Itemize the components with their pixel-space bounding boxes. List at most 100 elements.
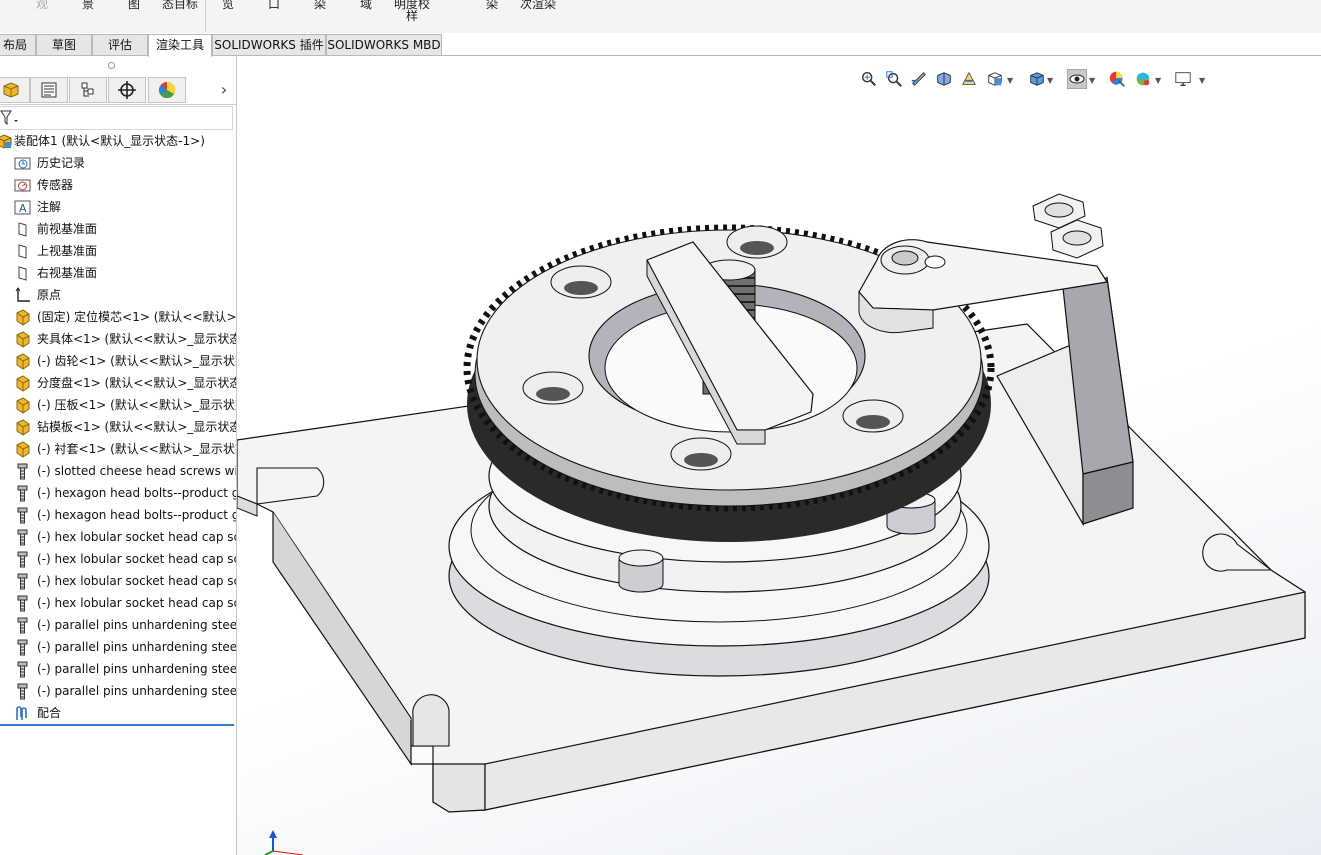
tree-item[interactable]: 配合 [0, 702, 236, 724]
tree-item-label: (-) hex lobular socket head cap sc [37, 530, 237, 544]
part-icon [14, 419, 31, 436]
ribbon-label[interactable]: 明度校 样 [394, 0, 430, 22]
tree-item-label: 原点 [37, 288, 62, 302]
tree-item-label: 上视基准面 [37, 244, 98, 258]
part-icon [14, 397, 31, 414]
tree-item[interactable]: 钻模板<1> (默认<<默认>_显示状态 [0, 416, 236, 438]
plane-icon [14, 243, 31, 260]
command-manager-tabs: 布局 草图 评估 渲染工具 SOLIDWORKS 插件 SOLIDWORKS M… [0, 33, 1321, 57]
feature-manager-icon [3, 82, 19, 98]
sensor-icon [14, 177, 31, 194]
tree-item-label: 右视基准面 [37, 266, 98, 280]
tree-item[interactable]: (-) parallel pins unhardening steel [0, 636, 236, 658]
tree-item[interactable]: (-) parallel pins unhardening steel [0, 680, 236, 702]
tree-item[interactable]: 分度盘<1> (默认<<默认>_显示状态 [0, 372, 236, 394]
tab-render-tools[interactable]: 渲染工具 [148, 34, 212, 57]
part-icon [14, 353, 31, 370]
display-manager-tab[interactable] [148, 77, 186, 103]
tree-item[interactable]: (固定) 定位模芯<1> (默认<<默认>_ [0, 306, 236, 328]
tree-item[interactable]: (-) hexagon head bolts--product g [0, 482, 236, 504]
filter-icon[interactable] [0, 108, 22, 128]
tree-root-assembly[interactable]: 装配体1 (默认<默认_显示状态-1>) [0, 130, 236, 152]
tree-item-label: 注解 [37, 200, 62, 214]
tree-item-label: (-) hex lobular socket head cap sc [37, 596, 237, 610]
graphics-area[interactable]: ▼ ▼ ▼ ▼ ▼ [237, 56, 1321, 855]
screw-icon [14, 529, 31, 546]
tree-item-label: 分度盘<1> (默认<<默认>_显示状态 [37, 376, 237, 390]
tree-item-label: (-) parallel pins unhardening steel [37, 684, 237, 698]
tree-item-label: 配合 [37, 706, 62, 720]
orientation-triad [264, 830, 304, 855]
tree-filter-bar[interactable] [0, 106, 233, 130]
tree-item[interactable]: (-) slotted cheese head screws wit [0, 460, 236, 482]
annotation-icon: A [14, 199, 31, 216]
locating-pin[interactable] [618, 549, 664, 593]
tree-item[interactable]: (-) hex lobular socket head cap sc [0, 592, 236, 614]
ribbon: 观 景 图 态目标 览 口 染 域 明度校 样 染 次渲染 [0, 0, 1321, 33]
tree-item[interactable]: 夹具体<1> (默认<<默认>_显示状态 [0, 328, 236, 350]
panel-tab-strip: › [0, 76, 236, 105]
tree-item[interactable]: (-) parallel pins unhardening steel [0, 614, 236, 636]
part-icon [14, 309, 31, 326]
tree-item[interactable]: A 注解 [0, 196, 236, 218]
tab-layout[interactable]: 布局 [0, 34, 36, 55]
part-icon [14, 441, 31, 458]
tree-item-label: 传感器 [37, 178, 74, 192]
tree-item[interactable]: 上视基准面 [0, 240, 236, 262]
assembly-model[interactable] [237, 56, 1321, 855]
tree-item[interactable]: (-) hex lobular socket head cap sc [0, 570, 236, 592]
configuration-manager-icon [81, 82, 94, 97]
svg-text:A: A [19, 202, 27, 215]
tree-item[interactable]: (-) 压板<1> (默认<<默认>_显示状态 [0, 394, 236, 416]
tree-item[interactable]: (-) parallel pins unhardening steel [0, 658, 236, 680]
ribbon-label[interactable]: 域 [360, 0, 372, 10]
feature-manager-tab[interactable] [0, 77, 30, 103]
tree-item-label: 夹具体<1> (默认<<默认>_显示状态 [37, 332, 237, 346]
ribbon-label[interactable]: 览 [222, 0, 234, 10]
ribbon-label[interactable]: 图 [128, 0, 140, 10]
tree-item[interactable]: 传感器 [0, 174, 236, 196]
ribbon-label[interactable]: 态目标 [162, 0, 198, 10]
screw-icon [14, 573, 31, 590]
tree-item[interactable]: 历史记录 [0, 152, 236, 174]
display-manager-icon [159, 81, 176, 99]
tree-item[interactable]: (-) 齿轮<1> (默认<<默认>_显示状态 [0, 350, 236, 372]
screw-icon [14, 661, 31, 678]
tree-item[interactable]: (-) hex lobular socket head cap sc [0, 526, 236, 548]
ribbon-label[interactable]: 染 [486, 0, 498, 10]
tab-solidworks-addins[interactable]: SOLIDWORKS 插件 [212, 34, 326, 55]
tree-item-label: (-) slotted cheese head screws wit [37, 464, 237, 478]
tree-item[interactable]: 前视基准面 [0, 218, 236, 240]
ribbon-label[interactable]: 次渲染 [520, 0, 556, 10]
property-manager-tab[interactable] [30, 77, 68, 103]
tab-solidworks-mbd[interactable]: SOLIDWORKS MBD [326, 34, 442, 55]
tree-item-label: (-) 衬套<1> (默认<<默认>_显示状态 [37, 442, 237, 456]
configuration-manager-tab[interactable] [69, 77, 107, 103]
tree-item[interactable]: 右视基准面 [0, 262, 236, 284]
ribbon-label[interactable]: 景 [82, 0, 94, 10]
tree-item[interactable]: (-) hex lobular socket head cap sc [0, 548, 236, 570]
screw-icon [14, 683, 31, 700]
screw-icon [14, 639, 31, 656]
tree-item[interactable]: 原点 [0, 284, 236, 306]
property-manager-icon [41, 82, 57, 98]
tree-item[interactable]: (-) hexagon head bolts--product g [0, 504, 236, 526]
dimxpert-tab[interactable] [108, 77, 146, 103]
tree-rollback-bar[interactable] [0, 724, 234, 726]
panel-more-chevron-icon[interactable]: › [214, 80, 234, 100]
feature-manager-panel: › 装配体1 (默认<默认_显示状态-1>) 历史记录传感器 A 注解前视基准面上视基… [0, 56, 237, 855]
ribbon-label[interactable]: 染 [314, 0, 326, 10]
tab-evaluate[interactable]: 评估 [92, 34, 148, 55]
screw-icon [14, 507, 31, 524]
ribbon-label[interactable]: 口 [268, 0, 280, 10]
screw-icon [14, 595, 31, 612]
root-assembly-icon [0, 133, 13, 150]
tab-sketch[interactable]: 草图 [36, 34, 92, 55]
tree-item[interactable]: (-) 衬套<1> (默认<<默认>_显示状态 [0, 438, 236, 460]
ribbon-label[interactable]: 观 [36, 0, 48, 10]
screw-icon [14, 485, 31, 502]
tree-item-label: 钻模板<1> (默认<<默认>_显示状态 [37, 420, 237, 434]
tree-item-label: 前视基准面 [37, 222, 98, 236]
panel-grip-icon[interactable] [108, 62, 115, 69]
tree-item-label: (固定) 定位模芯<1> (默认<<默认>_ [37, 310, 237, 324]
